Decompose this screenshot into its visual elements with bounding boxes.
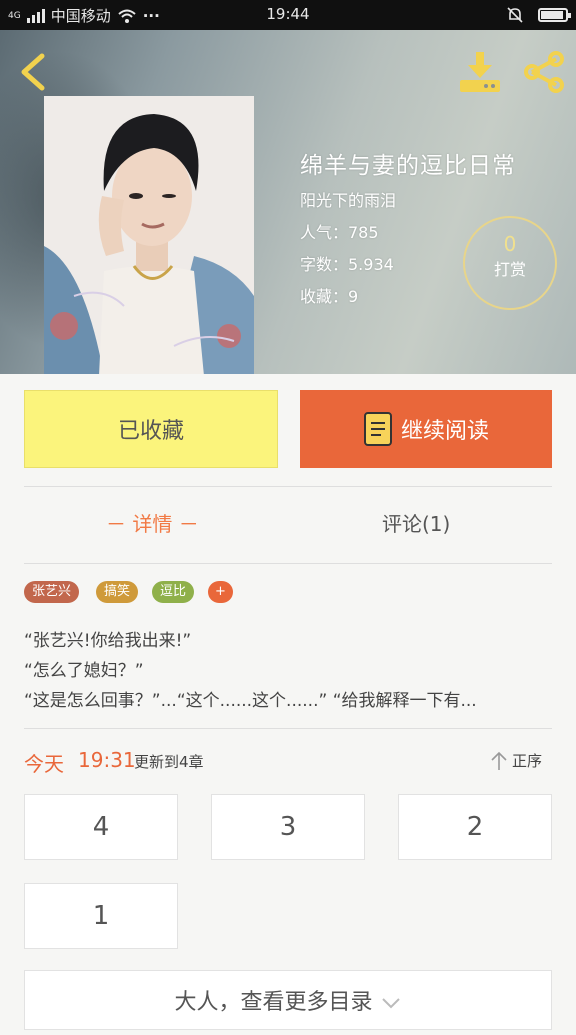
divider <box>24 486 552 487</box>
clock: 19:44 <box>266 5 310 23</box>
bell-muted-icon <box>507 7 523 23</box>
tag-item[interactable]: 逗比 <box>152 581 195 603</box>
tag-item[interactable]: 搞笑 <box>96 581 139 603</box>
book-header: 绵羊与妻的逗比日常 阳光下的雨泪 人气：785 字数：5.934 收藏：9 0 … <box>0 30 576 374</box>
description-line: “怎么了媳妇？” <box>24 661 144 681</box>
book-icon <box>363 412 392 446</box>
divider <box>24 563 552 564</box>
add-tag-button[interactable]: + <box>208 581 233 603</box>
download-icon[interactable] <box>456 48 504 96</box>
tab-detail[interactable]: － 详情 － <box>106 508 199 537</box>
back-arrow-icon[interactable] <box>14 50 54 94</box>
continue-reading-button[interactable]: 继续阅读 <box>300 390 552 468</box>
tab-comment[interactable]: 评论(1) <box>382 508 450 537</box>
tip-label: 打赏 <box>493 260 526 279</box>
continue-reading-label: 继续阅读 <box>400 419 489 444</box>
chevron-down-icon <box>381 998 400 1009</box>
chapter-button[interactable]: 4 <box>24 794 178 860</box>
sort-toggle[interactable]: 正序 <box>490 750 542 771</box>
sort-label: 正序 <box>512 752 543 770</box>
update-day: 今天 <box>24 752 64 776</box>
book-cover-image[interactable] <box>44 96 254 374</box>
favorited-button[interactable]: 已收藏 <box>24 390 278 468</box>
popularity-stat: 人气：785 <box>300 223 379 242</box>
arrow-up-icon <box>491 751 507 770</box>
chapter-button[interactable]: 3 <box>211 794 365 860</box>
favorites-stat: 收藏：9 <box>300 287 359 306</box>
divider <box>24 728 552 729</box>
share-icon[interactable] <box>520 48 568 96</box>
update-time: 19:31 <box>78 748 136 772</box>
tag-item[interactable]: 张艺兴 <box>24 581 80 603</box>
description-line: “张艺兴!你给我出来!” <box>24 631 192 651</box>
view-more-chapters-button[interactable]: 大人，查看更多目录 <box>24 970 552 1030</box>
view-more-label: 大人，查看更多目录 <box>174 990 373 1015</box>
chapter-button[interactable]: 1 <box>24 883 178 949</box>
description-line: “这是怎么回事？”...“这个......这个......” “给我解释一下有.… <box>24 691 477 711</box>
chapter-button[interactable]: 2 <box>398 794 552 860</box>
book-title: 绵羊与妻的逗比日常 <box>300 153 516 179</box>
status-bar: 4G 中国移动 ··· 19:44 <box>0 0 576 30</box>
tip-button[interactable]: 0 打赏 <box>463 216 557 310</box>
battery-icon <box>538 8 571 22</box>
tip-count: 0 <box>503 232 517 256</box>
book-author[interactable]: 阳光下的雨泪 <box>300 187 396 211</box>
favorited-label: 已收藏 <box>117 419 184 444</box>
update-text: 更新到4章 <box>134 753 204 771</box>
word-count-stat: 字数：5.934 <box>300 255 394 274</box>
